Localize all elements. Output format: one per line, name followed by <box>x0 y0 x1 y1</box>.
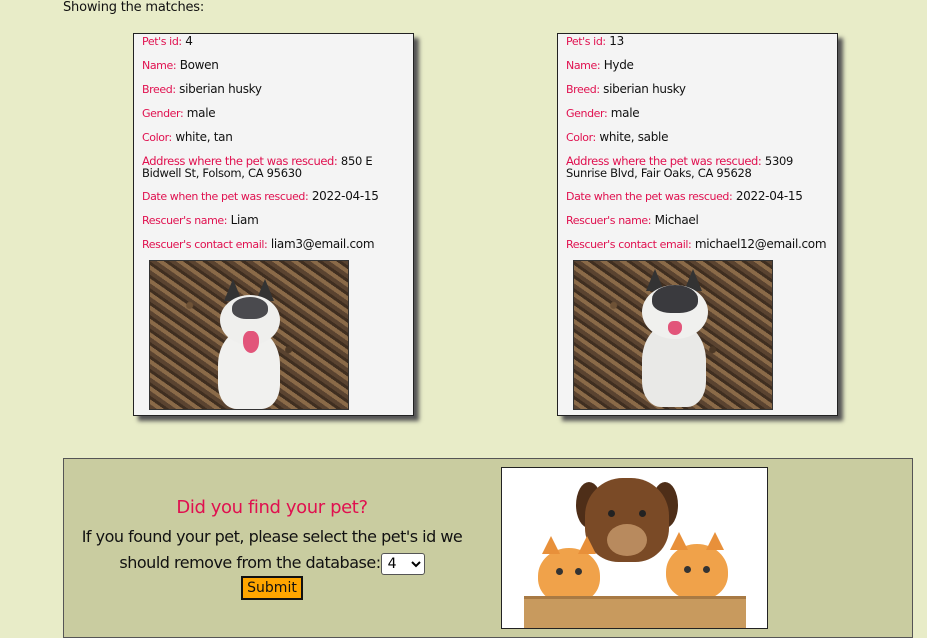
results-heading: Showing the matches: <box>63 0 205 15</box>
pet-id-value: 13 <box>609 34 624 48</box>
rescuer-email-label: Rescuer's contact email: <box>566 238 692 251</box>
pet-breed-value: siberian husky <box>179 82 262 96</box>
rescuer-email-value: liam3@email.com <box>270 237 375 251</box>
puppy-kittens-image <box>501 467 768 629</box>
pet-color-value: white, tan <box>175 130 233 144</box>
pet-color-row: Color: white, sable <box>566 131 829 144</box>
pet-breed-label: Breed: <box>566 83 600 96</box>
pet-gender-label: Gender: <box>566 107 608 120</box>
pet-card: Pet's id: 4 Name: Bowen Breed: siberian … <box>133 33 414 416</box>
pet-id-value: 4 <box>185 34 193 48</box>
pet-color-value: white, sable <box>599 130 669 144</box>
pet-color-label: Color: <box>142 131 172 144</box>
rescuer-email-value: michael12@email.com <box>694 237 827 251</box>
pet-breed-row: Breed: siberian husky <box>142 83 405 96</box>
pet-address-row: Address where the pet was rescued: 850 E… <box>142 155 405 179</box>
pet-gender-row: Gender: male <box>142 107 405 120</box>
pet-id-select[interactable]: 413 <box>380 552 425 575</box>
form-instructions: If you found your pet, please select the… <box>64 524 480 576</box>
pet-date-label: Date when the pet was rescued: <box>566 190 733 203</box>
pet-breed-row: Breed: siberian husky <box>566 83 829 96</box>
pet-card: Pet's id: 13 Name: Hyde Breed: siberian … <box>557 33 838 416</box>
rescuer-name-value: Michael <box>654 213 699 227</box>
pet-date-row: Date when the pet was rescued: 2022-04-1… <box>566 190 829 203</box>
rescuer-email-row: Rescuer's contact email: michael12@email… <box>566 238 829 251</box>
pet-date-value: 2022-04-15 <box>311 189 379 203</box>
pet-id-label: Pet's id: <box>142 35 182 48</box>
pet-id-label: Pet's id: <box>566 35 606 48</box>
pet-id-row: Pet's id: 4 <box>142 35 405 48</box>
rescuer-email-row: Rescuer's contact email: liam3@email.com <box>142 238 405 251</box>
pet-id-row: Pet's id: 13 <box>566 35 829 48</box>
pet-photo <box>149 260 349 410</box>
pet-address-row: Address where the pet was rescued: 5309 … <box>566 155 829 179</box>
pet-color-row: Color: white, tan <box>142 131 405 144</box>
pet-breed-label: Breed: <box>142 83 176 96</box>
submit-button[interactable]: Submit <box>241 576 303 600</box>
pet-date-value: 2022-04-15 <box>735 189 803 203</box>
pet-name-row: Name: Bowen <box>142 59 405 72</box>
rescuer-email-label: Rescuer's contact email: <box>142 238 268 251</box>
rescuer-name-label: Rescuer's name: <box>142 214 228 227</box>
remove-pet-panel: Did you find your pet? If you found your… <box>63 458 913 638</box>
rescuer-name-row: Rescuer's name: Michael <box>566 214 829 227</box>
pet-name-label: Name: <box>142 59 177 72</box>
pet-date-label: Date when the pet was rescued: <box>142 190 309 203</box>
pet-name-row: Name: Hyde <box>566 59 829 72</box>
pet-color-label: Color: <box>566 131 596 144</box>
pet-gender-row: Gender: male <box>566 107 829 120</box>
pet-gender-value: male <box>186 106 216 120</box>
pet-name-label: Name: <box>566 59 601 72</box>
rescuer-name-row: Rescuer's name: Liam <box>142 214 405 227</box>
pet-breed-value: siberian husky <box>603 82 686 96</box>
pet-name-value: Hyde <box>603 58 634 72</box>
form-question: Did you find your pet? <box>176 497 368 518</box>
pet-gender-value: male <box>610 106 640 120</box>
pet-date-row: Date when the pet was rescued: 2022-04-1… <box>142 190 405 203</box>
pet-photo <box>573 260 773 410</box>
pet-name-value: Bowen <box>179 58 219 72</box>
rescuer-name-label: Rescuer's name: <box>566 214 652 227</box>
pet-gender-label: Gender: <box>142 107 184 120</box>
rescuer-name-value: Liam <box>230 213 259 227</box>
